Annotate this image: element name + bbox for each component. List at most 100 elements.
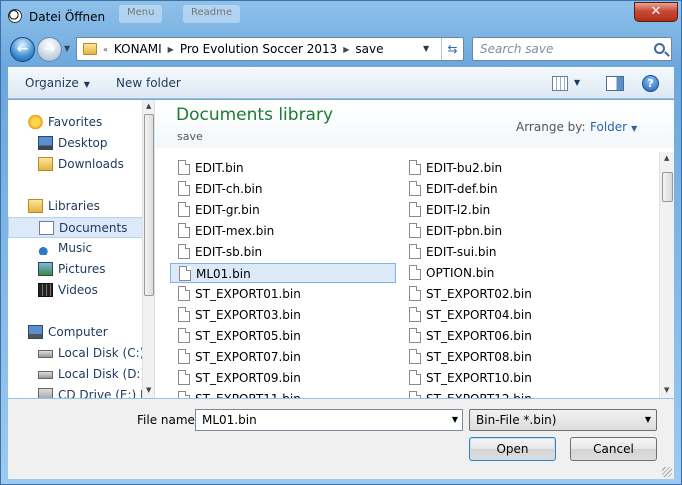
scroll-up-icon[interactable]: ▲ [664, 154, 669, 162]
file-item[interactable]: ST_EXPORT05.bin [170, 326, 396, 346]
sidebar-item-local-disk-c[interactable]: Local Disk (C:) [8, 343, 145, 364]
main-area: Favorites Desktop Downloads Libraries Docume… [8, 100, 674, 398]
new-folder-button[interactable]: New folder [116, 76, 181, 90]
open-button[interactable]: Open [469, 437, 556, 461]
file-item[interactable]: EDIT-sui.bin [401, 242, 627, 262]
scroll-down-icon[interactable]: ▼ [146, 386, 151, 394]
file-item[interactable]: ST_EXPORT03.bin [170, 305, 396, 325]
address-dropdown-icon[interactable]: ▼ [423, 44, 429, 53]
file-name: EDIT-ch.bin [195, 182, 263, 196]
file-icon [178, 244, 190, 259]
forward-button[interactable]: → [37, 37, 62, 62]
sidebar-item-computer[interactable]: Computer [8, 322, 145, 343]
sidebar-scroll-thumb[interactable] [144, 114, 154, 296]
file-item[interactable]: EDIT-sb.bin [170, 242, 396, 262]
resize-grip-icon[interactable] [662, 467, 672, 477]
libraries-icon [28, 199, 43, 213]
scroll-down-icon[interactable]: ▼ [664, 386, 669, 394]
file-item[interactable]: ST_EXPORT06.bin [401, 326, 627, 346]
chevron-right-icon[interactable]: ▶ [168, 45, 174, 54]
sidebar-item-pictures[interactable]: Pictures [8, 259, 145, 280]
file-item[interactable]: EDIT-gr.bin [170, 200, 396, 220]
file-icon [409, 181, 421, 196]
file-type-select[interactable]: Bin-File *.bin) ▼ [469, 409, 657, 431]
file-item[interactable]: EDIT-def.bin [401, 179, 627, 199]
file-item[interactable]: ST_EXPORT08.bin [401, 347, 627, 367]
file-icon [409, 391, 421, 398]
scroll-up-icon[interactable]: ▲ [146, 102, 151, 110]
file-name-input[interactable]: ML01.bin ▼ [195, 409, 463, 431]
title-bar[interactable]: Datei Öffnen Menu Readme ✕ [1, 1, 682, 31]
refresh-icon[interactable]: ⇆ [441, 38, 463, 60]
search-icon[interactable] [654, 43, 665, 54]
organize-button[interactable]: Organize ▼ [25, 76, 90, 90]
star-icon [28, 115, 43, 129]
file-icon [178, 181, 190, 196]
cancel-button[interactable]: Cancel [570, 437, 657, 461]
file-item[interactable]: ML01.bin [170, 263, 396, 283]
file-item[interactable]: ST_EXPORT04.bin [401, 305, 627, 325]
chevron-down-icon: ▼ [644, 415, 651, 424]
sidebar-item-music[interactable]: Music [8, 238, 145, 259]
file-item[interactable]: ST_EXPORT07.bin [170, 347, 396, 367]
file-item[interactable]: EDIT.bin [170, 158, 396, 178]
sidebar-item-label: Documents [59, 221, 128, 235]
sidebar-item-videos[interactable]: Videos [8, 280, 145, 301]
file-list-scrollbar[interactable]: ▲ ▼ [659, 152, 674, 398]
file-name: ST_EXPORT04.bin [426, 308, 532, 322]
sidebar-item-favorites[interactable]: Favorites [8, 112, 145, 133]
help-icon[interactable]: ? [642, 75, 659, 92]
preview-pane-icon[interactable] [606, 76, 624, 91]
file-item[interactable]: ST_EXPORT11.bin [170, 389, 396, 398]
breadcrumb-pes2013[interactable]: Pro Evolution Soccer 2013 [180, 42, 337, 56]
arrange-by-value: Folder [590, 120, 628, 134]
file-item[interactable]: ST_EXPORT10.bin [401, 368, 627, 388]
file-icon [178, 286, 190, 301]
chevron-down-icon[interactable]: ▼ [452, 415, 458, 424]
file-item[interactable]: ST_EXPORT09.bin [170, 368, 396, 388]
change-view-icon[interactable] [552, 76, 568, 91]
sidebar-item-documents[interactable]: Documents [8, 217, 145, 238]
file-item[interactable]: EDIT-bu2.bin [401, 158, 627, 178]
file-item[interactable]: ST_EXPORT01.bin [170, 284, 396, 304]
search-input[interactable]: Search save [472, 37, 672, 61]
address-bar[interactable]: « KONAMI ▶ Pro Evolution Soccer 2013 ▶ s… [76, 37, 464, 61]
library-subtitle: save [177, 130, 203, 143]
library-title: Documents library [176, 105, 334, 125]
file-item[interactable]: ST_EXPORT12.bin [401, 389, 627, 398]
background-tab: Menu [119, 5, 163, 23]
sidebar-item-local-disk-d[interactable]: Local Disk (D:) [8, 364, 145, 385]
file-list-scroll-thumb[interactable] [662, 172, 673, 202]
close-button[interactable]: ✕ [634, 2, 678, 22]
sidebar-item-downloads[interactable]: Downloads [8, 154, 145, 175]
background-tab: Readme [183, 5, 241, 23]
recent-locations-dropdown[interactable]: ▼ [64, 44, 70, 53]
file-item[interactable]: ST_EXPORT02.bin [401, 284, 627, 304]
sidebar-scrollbar[interactable]: ▲ ▼ [142, 100, 154, 398]
view-dropdown-icon[interactable]: ▼ [574, 78, 580, 87]
sidebar-item-libraries[interactable]: Libraries [8, 196, 145, 217]
sidebar-item-label: CD Drive (E:) M [58, 388, 151, 398]
file-icon [409, 160, 421, 175]
chevron-right-icon[interactable]: ▶ [343, 45, 349, 54]
file-item[interactable]: EDIT-l2.bin [401, 200, 627, 220]
file-item[interactable]: EDIT-ch.bin [170, 179, 396, 199]
sidebar-item-desktop[interactable]: Desktop [8, 133, 145, 154]
sidebar-item-label: Music [58, 241, 93, 255]
file-item[interactable]: EDIT-pbn.bin [401, 221, 627, 241]
folder-icon [83, 43, 97, 55]
back-button[interactable]: ← [10, 37, 35, 62]
breadcrumb-save[interactable]: save [355, 42, 383, 56]
file-icon [178, 349, 190, 364]
sidebar-item-cd-drive-e-m[interactable]: CD Drive (E:) M [8, 385, 150, 398]
file-name: EDIT-mex.bin [195, 224, 275, 238]
breadcrumb-overflow[interactable]: « [103, 45, 108, 54]
breadcrumb-konami[interactable]: KONAMI [114, 42, 162, 56]
file-name: EDIT-pbn.bin [426, 224, 503, 238]
file-item[interactable]: EDIT-mex.bin [170, 221, 396, 241]
file-item[interactable]: OPTION.bin [401, 263, 627, 283]
cd-drive-icon [38, 388, 53, 398]
sidebar-item-label: Computer [48, 325, 108, 339]
arrange-by-dropdown[interactable]: Folder ▼ [590, 120, 637, 134]
navigation-bar: ← → ▼ « KONAMI ▶ Pro Evolution Soccer 20… [1, 34, 682, 64]
